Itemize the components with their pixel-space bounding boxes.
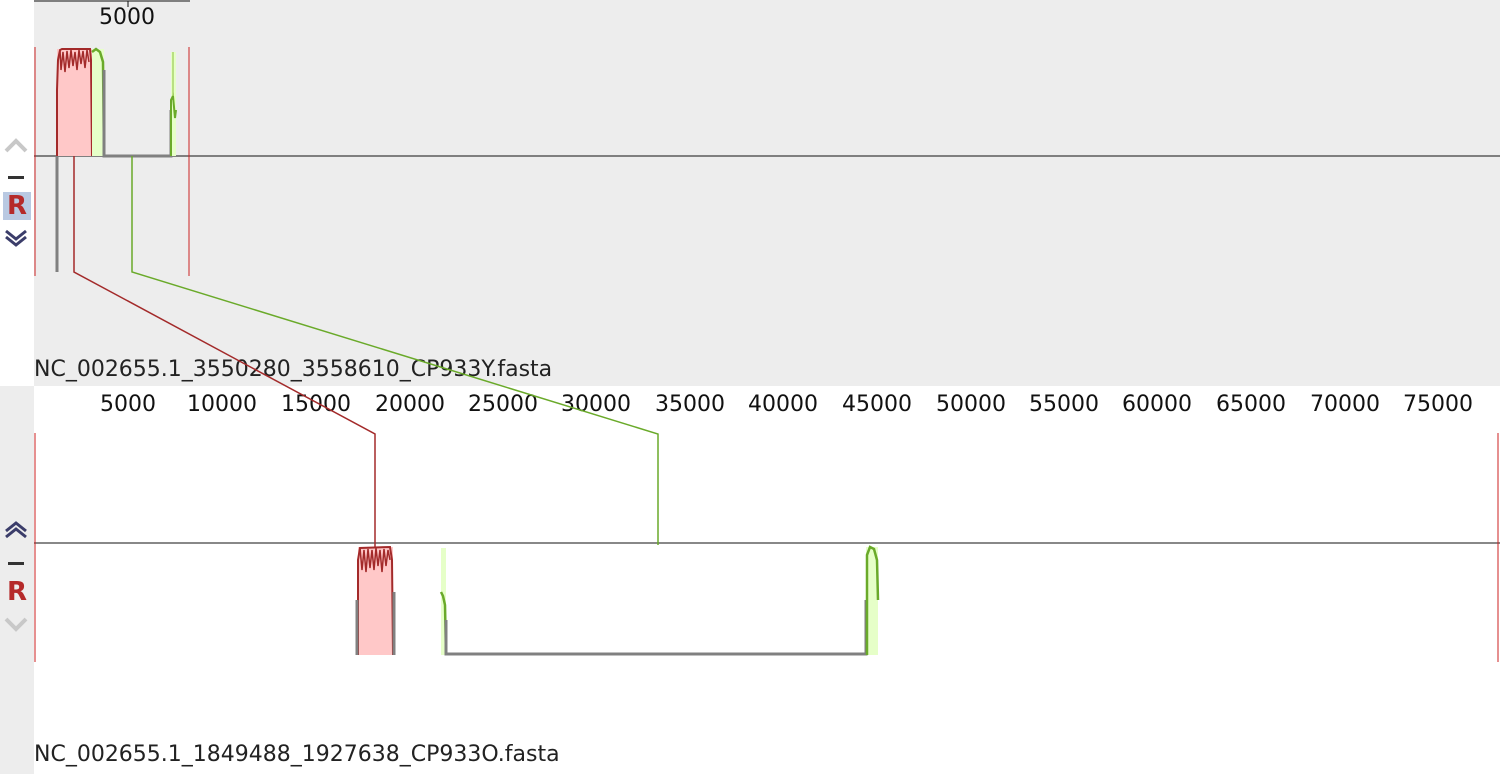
chevron-up-icon[interactable]	[3, 135, 29, 157]
ruler-tick-label: 50000	[936, 392, 1006, 417]
panel-controls-gutter: R	[0, 0, 34, 386]
ruler-tick-label: 70000	[1310, 392, 1380, 417]
ruler-tick-label: 45000	[842, 392, 912, 417]
chevron-up-icon[interactable]	[3, 521, 29, 543]
ruler-tick-label: 75000	[1403, 392, 1473, 417]
reverse-r-icon: R	[3, 192, 31, 220]
sequence-name: NC_002655.1_3550280_3558610_CP933Y.fasta	[34, 357, 553, 382]
ruler-tick-label: 5000	[100, 392, 156, 417]
minus-icon[interactable]	[3, 554, 29, 576]
reverse-r-button[interactable]: R	[3, 192, 31, 220]
ruler-tick-label: 40000	[748, 392, 818, 417]
reverse-r-icon: R	[6, 577, 28, 607]
chevron-down-icon[interactable]	[3, 613, 29, 635]
ruler-tick-label: 20000	[375, 392, 445, 417]
ruler-tick-label: 65000	[1216, 392, 1286, 417]
ruler-tick-label: 60000	[1122, 392, 1192, 417]
minus-icon[interactable]	[3, 168, 29, 190]
ruler-tick-label: 30000	[561, 392, 631, 417]
ruler-tick-label: 25000	[468, 392, 538, 417]
genome-panel-top[interactable]: R 5000 NC_002655.1_3550280_3558610_CP933…	[0, 0, 1500, 386]
ruler-tick-label: 10000	[187, 392, 257, 417]
sequence-name: NC_002655.1_1849488_1927638_CP933O.fasta	[34, 742, 560, 767]
genome-panel-bottom[interactable]: R 5000 10000 15000 20000 25000 30000 350…	[0, 386, 1500, 774]
reverse-r-button[interactable]: R	[3, 578, 29, 606]
ruler-tick-label: 55000	[1029, 392, 1099, 417]
panel-controls-gutter: R	[0, 386, 34, 774]
ruler-tick-label: 5000	[99, 5, 155, 30]
chevron-down-icon[interactable]	[3, 227, 29, 249]
ruler-tick-label: 35000	[655, 392, 725, 417]
ruler-tick-label: 15000	[281, 392, 351, 417]
